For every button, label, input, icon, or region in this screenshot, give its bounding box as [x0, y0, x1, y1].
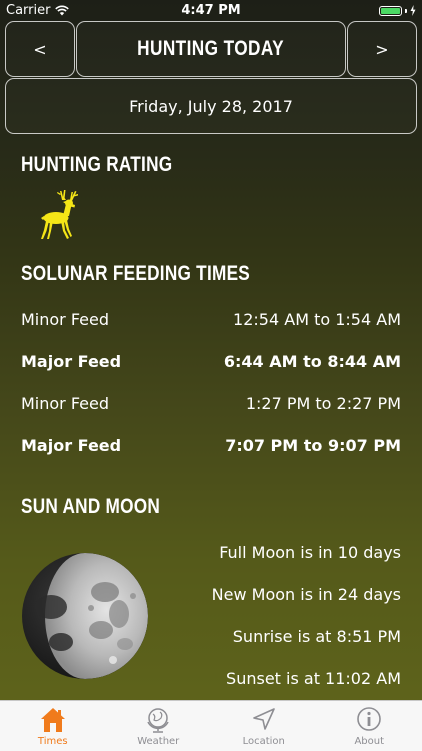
- battery-icon: [379, 6, 402, 16]
- date-label: Friday, July 28, 2017: [129, 97, 293, 116]
- location-arrow-icon: [250, 706, 278, 734]
- feed-row: Major Feed 7:07 PM to 9:07 PM: [21, 433, 401, 457]
- globe-icon: [144, 706, 172, 734]
- previous-day-button[interactable]: <: [5, 21, 75, 77]
- feed-type-label: Major Feed: [21, 436, 121, 455]
- tab-times[interactable]: Times: [0, 701, 106, 751]
- tab-weather[interactable]: Weather: [106, 701, 212, 751]
- sun-moon-heading: SUN AND MOON: [21, 495, 160, 519]
- feed-row: Minor Feed 1:27 PM to 2:27 PM: [21, 391, 401, 415]
- previous-day-label: <: [33, 40, 46, 59]
- next-day-button[interactable]: >: [347, 21, 417, 77]
- feed-type-label: Minor Feed: [21, 394, 109, 413]
- home-icon: [39, 706, 67, 734]
- feed-type-label: Major Feed: [21, 352, 121, 371]
- sunset-info: Sunset is at 11:02 AM: [226, 669, 401, 688]
- feed-type-label: Minor Feed: [21, 310, 109, 329]
- sunrise-info: Sunrise is at 8:51 PM: [233, 627, 401, 646]
- tab-location[interactable]: Location: [211, 701, 317, 751]
- tab-about-label: About: [354, 736, 384, 747]
- tab-location-label: Location: [243, 736, 285, 747]
- feed-time: 1:27 PM to 2:27 PM: [246, 394, 401, 413]
- info-icon: [355, 706, 383, 734]
- hunting-rating-heading: HUNTING RATING: [21, 153, 172, 177]
- solunar-heading: SOLUNAR FEEDING TIMES: [21, 262, 250, 286]
- status-bar: Carrier 4:47 PM: [0, 0, 422, 22]
- feed-time: 12:54 AM to 1:54 AM: [233, 310, 401, 329]
- feed-row: Minor Feed 12:54 AM to 1:54 AM: [21, 307, 401, 331]
- new-moon-info: New Moon is in 24 days: [212, 585, 401, 604]
- status-time: 4:47 PM: [0, 3, 422, 18]
- tab-bar: Times Weather Location About: [0, 700, 422, 751]
- deer-icon: [33, 188, 83, 242]
- next-day-label: >: [375, 40, 388, 59]
- feed-row: Major Feed 6:44 AM to 8:44 AM: [21, 349, 401, 373]
- feed-time: 6:44 AM to 8:44 AM: [224, 352, 401, 371]
- date-display[interactable]: Friday, July 28, 2017: [5, 78, 417, 134]
- moon-phase-image: [21, 552, 149, 680]
- page-title: HUNTING TODAY: [138, 37, 285, 61]
- tab-weather-label: Weather: [137, 736, 179, 747]
- feed-time: 7:07 PM to 9:07 PM: [225, 436, 401, 455]
- full-moon-info: Full Moon is in 10 days: [219, 543, 401, 562]
- charging-icon: [410, 5, 416, 16]
- page-title-box: HUNTING TODAY: [76, 21, 346, 77]
- tab-times-label: Times: [38, 736, 68, 747]
- tab-about[interactable]: About: [317, 701, 422, 751]
- battery-indicator: [379, 5, 416, 16]
